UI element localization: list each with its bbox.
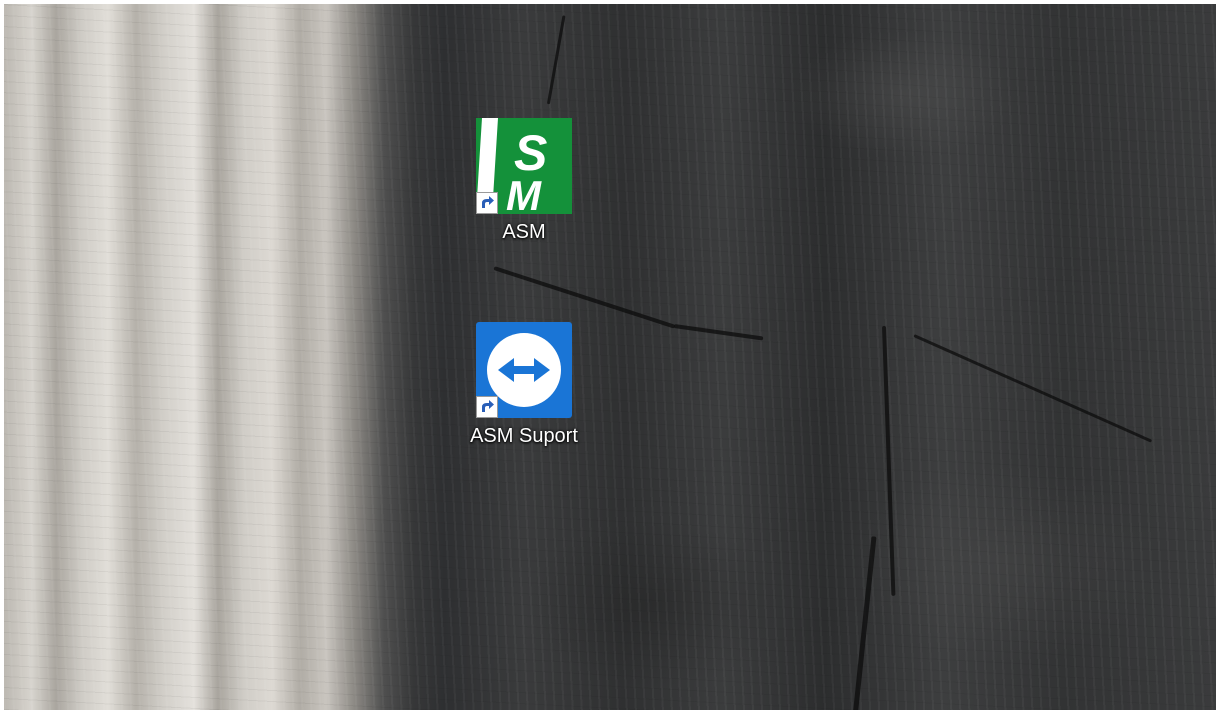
desktop[interactable]: S M ASM ASM Suport	[4, 4, 1216, 710]
desktop-icon-asm-suport[interactable]: ASM Suport	[459, 322, 589, 447]
wallpaper-crack	[493, 266, 676, 329]
wallpaper-crack	[852, 536, 877, 710]
icon-label: ASM	[502, 221, 546, 243]
icon-label: ASM Suport	[470, 425, 578, 447]
wallpaper-crack	[673, 324, 764, 341]
desktop-icon-asm[interactable]: S M ASM	[459, 118, 589, 243]
wallpaper-texture	[4, 4, 1216, 710]
wallpaper-crack	[913, 334, 1153, 443]
wallpaper-crack	[882, 325, 896, 596]
wallpaper-crack	[546, 15, 566, 105]
shortcut-arrow-icon	[476, 192, 498, 214]
shortcut-arrow-icon	[476, 396, 498, 418]
teamviewer-icon	[476, 322, 572, 418]
asm-app-icon: S M	[476, 118, 572, 219]
svg-text:M: M	[506, 172, 542, 214]
